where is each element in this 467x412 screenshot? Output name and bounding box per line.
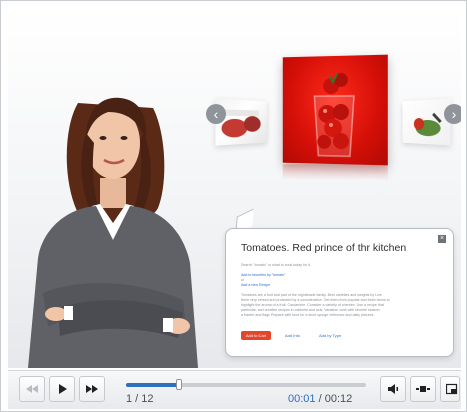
add-info-link[interactable]: Add Info bbox=[285, 333, 300, 338]
rewind-button[interactable] bbox=[19, 376, 45, 402]
attachments-button[interactable] bbox=[410, 376, 436, 402]
time-elapsed: 00:01 bbox=[288, 393, 316, 405]
info-callout: × Tomatoes. Red prince of thr kitchen Se… bbox=[225, 228, 454, 357]
player-controls: 1 / 12 00:01 / 00:12 bbox=[8, 370, 461, 409]
fullscreen-button[interactable] bbox=[440, 376, 460, 402]
callout-text: Search "tomato" or what to cook today fo… bbox=[241, 263, 312, 267]
close-icon[interactable]: × bbox=[438, 235, 446, 243]
fast-forward-button[interactable] bbox=[79, 376, 105, 402]
rewind-icon bbox=[26, 385, 38, 393]
volume-button[interactable] bbox=[380, 376, 406, 402]
chevron-left-icon[interactable]: ‹ bbox=[206, 104, 226, 124]
callout-text: a fraeter and flags Prepare with food fo… bbox=[241, 313, 375, 317]
callout-text: or bbox=[241, 278, 245, 282]
callout-text: them very versed and protected by a cons… bbox=[241, 298, 390, 302]
time-total: 00:12 bbox=[324, 393, 353, 405]
seek-handle[interactable] bbox=[175, 379, 182, 390]
slide-carousel: ‹ › bbox=[198, 48, 461, 181]
callout-text: highlight the aroma of a fruit. Cardamin… bbox=[241, 303, 384, 307]
time-display: 00:01 / 00:12 bbox=[288, 393, 352, 405]
add-by-type-link[interactable]: Add by Type bbox=[319, 333, 341, 338]
attachments-icon bbox=[416, 386, 430, 392]
seek-bar[interactable] bbox=[126, 379, 366, 390]
fast-forward-icon bbox=[86, 385, 98, 393]
add-to-cart-button[interactable]: Add to Cart bbox=[241, 331, 271, 340]
slide-stage: ‹ › × Tomatoes. Red prince of thr kitche… bbox=[8, 8, 461, 368]
current-slide bbox=[282, 54, 388, 166]
slide-thumbnail-previous[interactable] bbox=[215, 98, 267, 146]
callout-link[interactable]: Add a new Recipe bbox=[241, 283, 436, 288]
fullscreen-icon bbox=[446, 383, 458, 395]
callout-title: Tomatoes. Red prince of thr kitchen bbox=[241, 242, 407, 254]
callout-text: Tomatoes are a fruit and part of the nig… bbox=[241, 293, 382, 297]
slide-counter: 1 / 12 bbox=[126, 393, 154, 405]
callout-link[interactable]: Add to favorites by "tomato" bbox=[241, 273, 436, 278]
presenter-image bbox=[28, 97, 198, 368]
callout-text: particular, and creative recipes in cabi… bbox=[241, 308, 380, 312]
seek-progress bbox=[126, 383, 179, 387]
volume-icon bbox=[388, 384, 398, 394]
current-slide-reflection bbox=[282, 163, 388, 181]
presentation-player: ‹ › × Tomatoes. Red prince of thr kitche… bbox=[0, 0, 467, 412]
play-button[interactable] bbox=[49, 376, 75, 402]
slide-thumbnail-next[interactable] bbox=[402, 98, 451, 146]
play-icon bbox=[59, 384, 67, 394]
chevron-right-icon[interactable]: › bbox=[444, 104, 461, 124]
time-separator: / bbox=[315, 393, 325, 405]
